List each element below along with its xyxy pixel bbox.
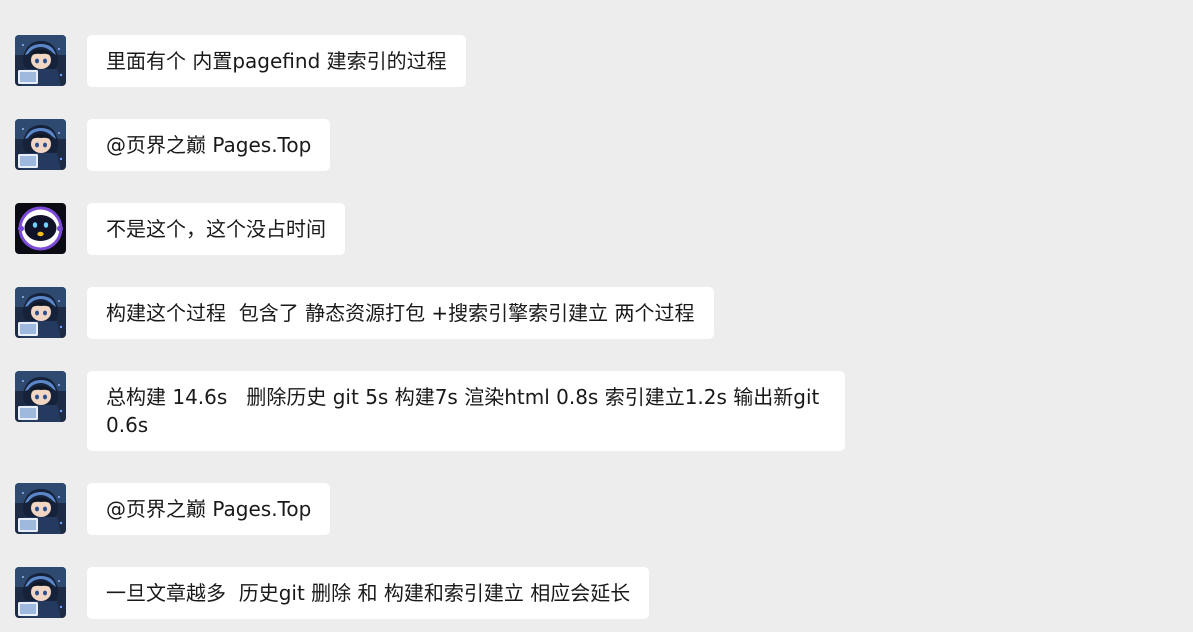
message-row: 总构建 14.6s 删除历史 git 5s 构建7s 渲染html 0.8s 索…: [15, 371, 845, 451]
anime-girl-avatar-icon[interactable]: [15, 483, 66, 534]
anime-girl-avatar-icon[interactable]: [15, 287, 66, 338]
message-bubble[interactable]: 不是这个，这个没占时间: [87, 203, 345, 255]
message-row: 一旦文章越多 历史git 删除 和 构建和索引建立 相应会延长: [15, 567, 650, 619]
anime-girl-avatar-icon[interactable]: [15, 371, 66, 422]
message-row: 里面有个 内置pagefind 建索引的过程: [15, 35, 466, 87]
robot-avatar-icon[interactable]: [15, 203, 66, 254]
message-bubble[interactable]: @页界之巅 Pages.Top: [87, 483, 331, 535]
anime-girl-avatar-icon[interactable]: [15, 567, 66, 618]
message-row: 构建这个过程 包含了 静态资源打包 +搜索引擎索引建立 两个过程: [15, 287, 714, 339]
message-bubble[interactable]: @页界之巅 Pages.Top: [87, 119, 331, 171]
message-bubble[interactable]: 构建这个过程 包含了 静态资源打包 +搜索引擎索引建立 两个过程: [87, 287, 714, 339]
message-row: 不是这个，这个没占时间: [15, 203, 345, 255]
message-row: @页界之巅 Pages.Top: [15, 119, 331, 171]
message-bubble[interactable]: 总构建 14.6s 删除历史 git 5s 构建7s 渲染html 0.8s 索…: [87, 371, 845, 451]
anime-girl-avatar-icon[interactable]: [15, 119, 66, 170]
anime-girl-avatar-icon[interactable]: [15, 35, 66, 86]
message-bubble[interactable]: 里面有个 内置pagefind 建索引的过程: [87, 35, 466, 87]
chat-message-list[interactable]: 里面有个 内置pagefind 建索引的过程 @页界之巅 Pages.Top 不…: [0, 0, 1193, 632]
message-bubble[interactable]: 一旦文章越多 历史git 删除 和 构建和索引建立 相应会延长: [87, 567, 650, 619]
message-row: @页界之巅 Pages.Top: [15, 483, 331, 535]
